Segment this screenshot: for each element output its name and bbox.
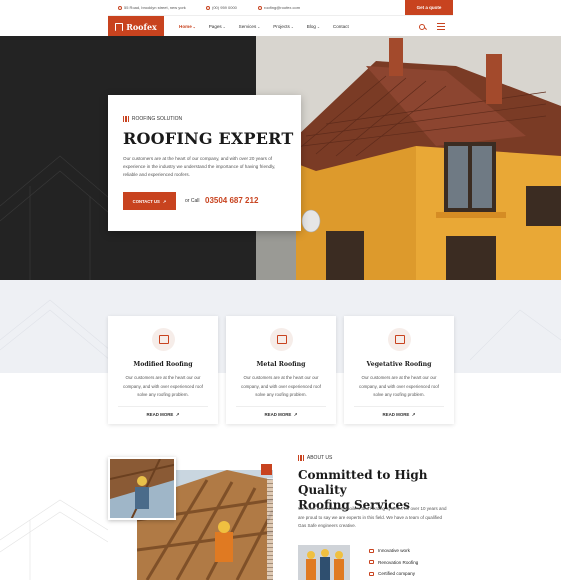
menu-icon[interactable] <box>437 23 445 30</box>
service-card-metal-roofing[interactable]: Metal Roofing Our customers are at the h… <box>226 316 336 424</box>
about-features-list: Innovative work Renovation Roofing Certi… <box>369 545 418 580</box>
hero-house-photo <box>256 36 561 280</box>
arrow-up-right-icon: ↗ <box>175 412 180 417</box>
house-illustration <box>256 36 561 280</box>
about-wireframe-decoration <box>0 499 108 580</box>
or-call-label: or Call <box>185 198 200 204</box>
main-menu: Home⌄ Pages⌄ Services⌄ Projects⌄ Blog⌄ C… <box>179 16 349 37</box>
main-navbar: Roofex Home⌄ Pages⌄ Services⌄ Projects⌄ … <box>108 15 453 37</box>
nav-item-contact[interactable]: Contact <box>333 24 349 29</box>
location-icon <box>118 5 122 10</box>
about-team-photo <box>298 545 350 580</box>
top-info-bar: 55 Road, brooklyn street, new york (00) … <box>108 0 453 15</box>
nav-item-projects[interactable]: Projects⌄ <box>273 24 294 29</box>
about-roofer-photo <box>108 457 176 520</box>
nav-item-home[interactable]: Home⌄ <box>179 24 196 29</box>
metal-roofing-icon <box>270 328 293 351</box>
feature-item: Renovation Roofing <box>369 557 418 569</box>
vegetative-roofing-icon <box>388 328 411 351</box>
chevron-down-icon: ⌄ <box>257 25 261 29</box>
service-description: Our customers are at the heart our our c… <box>123 375 203 397</box>
chevron-down-icon: ⌄ <box>222 25 226 29</box>
contact-us-button[interactable]: CONTACT US ↗ <box>123 192 176 210</box>
chevron-down-icon: ⌄ <box>290 25 294 29</box>
service-title: Metal Roofing <box>256 361 306 368</box>
ruler-decoration <box>267 478 273 580</box>
service-description: Our customers are at the heart our our c… <box>359 375 439 397</box>
service-title: Vegetative Roofing <box>366 361 432 368</box>
nav-item-services[interactable]: Services⌄ <box>239 24 261 29</box>
nav-item-blog[interactable]: Blog⌄ <box>307 24 320 29</box>
bars-icon <box>298 455 304 461</box>
service-description: Our customers are at the heart our our c… <box>241 375 321 397</box>
check-icon <box>369 548 374 553</box>
modified-roofing-icon <box>152 328 175 351</box>
arrow-up-right-icon: ↗ <box>162 198 167 204</box>
address-info: 55 Road, brooklyn street, new york <box>118 5 186 10</box>
read-more-link[interactable]: READ MORE ↗ <box>354 406 444 418</box>
chevron-down-icon: ⌄ <box>316 25 320 29</box>
chevron-down-icon: ⌄ <box>192 25 196 29</box>
hero-title: ROOFING EXPERT <box>123 129 294 148</box>
email-icon <box>258 5 262 10</box>
email-info[interactable]: roofing@roofex.com <box>258 5 300 10</box>
arrow-up-right-icon: ↗ <box>411 412 416 417</box>
feature-item: Certified company <box>369 568 418 580</box>
check-icon <box>369 560 374 565</box>
nav-icons <box>419 16 445 37</box>
hero-description: Our customers are at the heart of our co… <box>123 156 276 177</box>
nav-item-pages[interactable]: Pages⌄ <box>209 24 226 29</box>
get-quote-button[interactable]: Get a quote <box>405 0 453 15</box>
logo[interactable]: Roofex <box>108 16 164 37</box>
phone-info[interactable]: (00) 959 0000 <box>206 5 237 10</box>
search-icon[interactable] <box>419 23 425 30</box>
hero-phone-link[interactable]: 03504 687 212 <box>205 196 258 205</box>
about-description: We have been installing boilers and heat… <box>298 506 447 528</box>
service-card-vegetative-roofing[interactable]: Vegetative Roofing Our customers are at … <box>344 316 454 424</box>
accent-square <box>261 464 272 475</box>
check-icon <box>369 571 374 576</box>
read-more-link[interactable]: READ MORE ↗ <box>236 406 326 418</box>
hero-card: ROOFING SOLUTION ROOFING EXPERT Our cust… <box>108 95 301 231</box>
service-title: Modified Roofing <box>133 361 193 368</box>
feature-item: Innovative work <box>369 545 418 557</box>
about-eyebrow: ABOUT US <box>298 455 332 461</box>
bars-icon <box>123 116 129 122</box>
arrow-up-right-icon: ↗ <box>293 412 298 417</box>
roof-logo-icon <box>115 22 124 31</box>
phone-icon <box>206 5 210 10</box>
hero-eyebrow: ROOFING SOLUTION <box>123 116 182 122</box>
service-card-modified-roofing[interactable]: Modified Roofing Our customers are at th… <box>108 316 218 424</box>
read-more-link[interactable]: READ MORE ↗ <box>118 406 208 418</box>
